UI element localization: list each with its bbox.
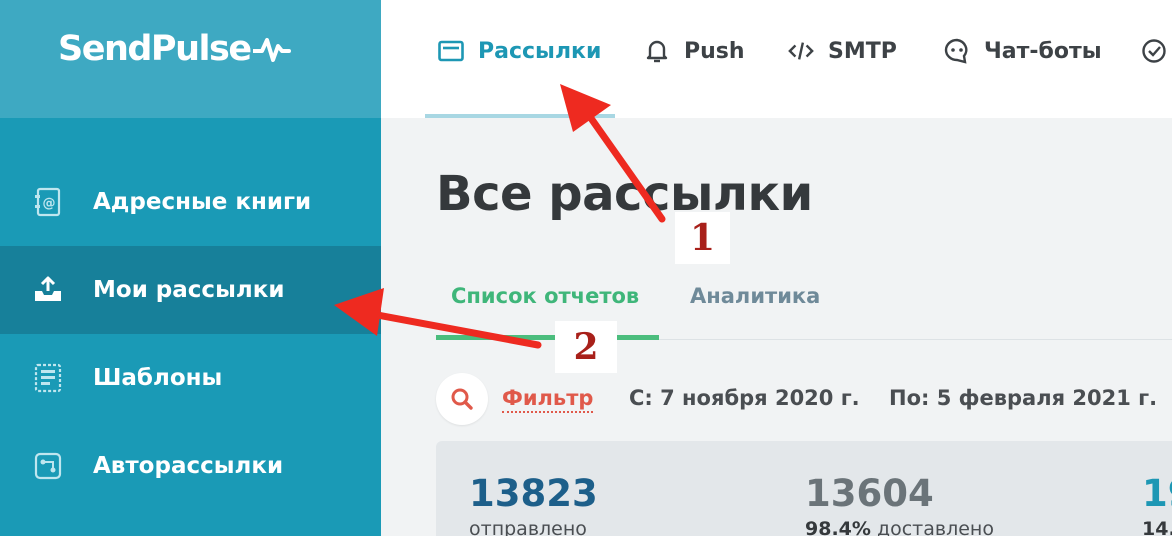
arrow-1 <box>560 84 666 223</box>
arrow-2 <box>334 288 542 349</box>
annotation-badge-2: 2 <box>555 321 617 373</box>
annotation-badge-1: 1 <box>675 212 730 264</box>
annotation-arrows <box>334 84 666 349</box>
